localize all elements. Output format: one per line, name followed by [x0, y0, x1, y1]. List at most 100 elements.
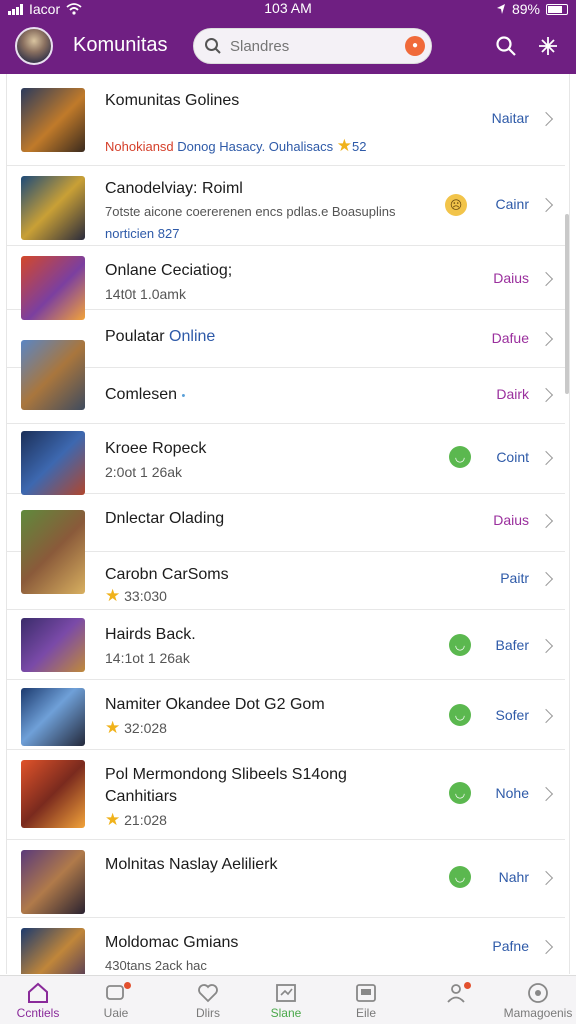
chevron-right-icon[interactable] [538, 708, 554, 724]
item-title-line2: Canhitiars [105, 788, 178, 805]
item-action[interactable]: Daius [493, 270, 529, 286]
chevron-right-icon[interactable] [538, 197, 554, 213]
tab-favorites[interactable]: Dlirs [172, 980, 244, 1020]
game-thumbnail [21, 928, 85, 974]
chevron-right-icon[interactable] [538, 638, 554, 654]
item-action[interactable]: Nahr [499, 869, 529, 885]
item-subtitle: 14t0t 1.0amk [105, 286, 186, 302]
tab-label: Uaie [103, 1006, 129, 1020]
list-item[interactable]: Hairds Back. 14:1ot 1 26ak ◡ Bafer [7, 610, 565, 680]
game-thumbnail [21, 176, 85, 240]
item-action[interactable]: Cainr [496, 196, 529, 212]
list-item[interactable]: Kroee Ropeck 2:0ot 1 26ak ◡ Coint [7, 424, 565, 495]
item-action[interactable]: Naitar [492, 110, 529, 126]
item-action[interactable]: Sofer [496, 707, 529, 723]
item-rating: ★ 21:028 [105, 810, 167, 829]
list-item[interactable]: Namiter Okandee Dot G2 Gom ★ 32:028 ◡ So… [7, 680, 565, 750]
item-subtitle: 2:0ot 1 26ak [105, 464, 183, 480]
list-item[interactable]: Dnlectar Olading Daius [7, 494, 565, 594]
list-item[interactable]: Pol Mermondong Slibeels S14ong Canhitiar… [7, 750, 565, 840]
settings-icon [528, 983, 548, 1003]
search-icon [205, 38, 221, 54]
search-input[interactable] [230, 35, 390, 57]
chevron-right-icon[interactable] [538, 786, 554, 802]
item-title: Carobn CarSoms [105, 566, 229, 583]
tab-profile[interactable] [420, 980, 492, 1006]
chevron-right-icon[interactable] [538, 111, 554, 127]
avatar[interactable] [15, 27, 53, 65]
item-action[interactable]: Bafer [496, 637, 529, 653]
item-description: 7otste aicone coererenen encs pdlas.e Bo… [105, 204, 396, 219]
list-item[interactable]: Onlane Ceciatiog; 14t0t 1.0amk Daius [7, 246, 565, 320]
item-title: Dnlectar Olading [105, 510, 225, 527]
item-rating: ★ 32:028 [105, 718, 167, 737]
game-thumbnail [21, 760, 85, 828]
tab-home[interactable]: Ccntiels [2, 980, 74, 1020]
sparkle-icon [539, 37, 557, 55]
item-action[interactable]: Paitr [500, 570, 529, 586]
search-button[interactable] [492, 32, 520, 60]
voice-search-icon[interactable]: ● [405, 36, 425, 56]
list-item[interactable]: Carobn CarSoms ★ 33:030 Paitr [7, 552, 565, 610]
search-icon [496, 36, 516, 56]
community-list[interactable]: Komunitas Golines Nohokiansd Donog Hasac… [6, 74, 570, 974]
list-item[interactable]: Canodelviay: Roiml 7otste aicone coerere… [7, 166, 565, 246]
tab-label: Ccntiels [16, 1006, 60, 1020]
chevron-right-icon[interactable] [538, 331, 554, 347]
item-action[interactable]: Dairk [496, 386, 529, 402]
list-item[interactable]: Comlesen • Dairk [7, 368, 565, 424]
game-thumbnail [21, 850, 85, 914]
info-icon: • [181, 390, 186, 402]
status-time: 103 AM [264, 0, 312, 16]
item-action[interactable]: Coint [496, 449, 529, 465]
chevron-right-icon[interactable] [538, 870, 554, 886]
add-button[interactable] [534, 32, 562, 60]
home-icon [28, 982, 48, 1003]
online-badge-icon: ◡ [449, 446, 471, 468]
emoji-badge-icon: ☹ [445, 194, 467, 216]
item-title: Komunitas Golines [105, 92, 240, 109]
item-title: Kroee Ropeck [105, 440, 207, 457]
tab-label: Dlirs [196, 1006, 220, 1020]
tab-stats[interactable]: Slane [250, 980, 322, 1020]
bottom-tab-bar: Ccntiels Uaie Dlirs Slane Eile Mamagoeni… [0, 975, 576, 1024]
chevron-right-icon[interactable] [538, 939, 554, 955]
chevron-right-icon[interactable] [538, 271, 554, 287]
tab-label: Mamagoenis [503, 1006, 573, 1020]
chevron-right-icon[interactable] [538, 571, 554, 587]
item-action[interactable]: Daius [493, 512, 529, 528]
tab-settings[interactable]: Mamagoenis [500, 980, 576, 1020]
tab-chat[interactable]: Uaie [80, 980, 152, 1020]
item-subtitle: 430tans 2ack hac [105, 958, 207, 973]
message-icon [356, 984, 376, 1002]
star-icon: ★ [105, 586, 121, 605]
item-subtitle: 14:1ot 1 26ak [105, 650, 190, 666]
chevron-right-icon[interactable] [538, 387, 554, 403]
star-icon: ★ [105, 810, 121, 829]
online-badge-icon: ◡ [449, 634, 471, 656]
list-item[interactable]: Moldomac Gmians 430tans 2ack hac Pafne [7, 918, 565, 974]
tab-label: Slane [270, 1006, 302, 1020]
item-action[interactable]: Pafne [492, 938, 529, 954]
item-rating: ★ 33:030 [105, 586, 167, 605]
item-action[interactable]: Dafue [492, 330, 529, 346]
page-title: Komunitas [73, 34, 168, 56]
list-item[interactable]: Poulatar Online Dafue [7, 310, 565, 410]
item-title: Namiter Okandee Dot G2 Gom [105, 696, 325, 713]
search-bar[interactable]: ● [193, 28, 432, 64]
online-badge-icon: ◡ [449, 782, 471, 804]
game-thumbnail [21, 431, 85, 495]
list-item[interactable]: Molnitas Naslay Aelilierk ◡ Nahr [7, 840, 565, 918]
game-thumbnail [21, 88, 85, 152]
scrollbar[interactable] [565, 214, 569, 394]
item-meta: norticien 827 [105, 226, 180, 241]
item-title: Canodelviay: Roiml [105, 180, 243, 197]
item-title: Comlesen • [105, 386, 186, 403]
notification-dot [124, 982, 131, 989]
chevron-right-icon[interactable] [538, 513, 554, 529]
tab-messages[interactable]: Eile [330, 980, 402, 1020]
list-item[interactable]: Komunitas Golines Nohokiansd Donog Hasac… [7, 74, 565, 166]
item-action[interactable]: Nohe [496, 785, 529, 801]
chevron-right-icon[interactable] [538, 450, 554, 466]
chart-icon [276, 984, 296, 1002]
